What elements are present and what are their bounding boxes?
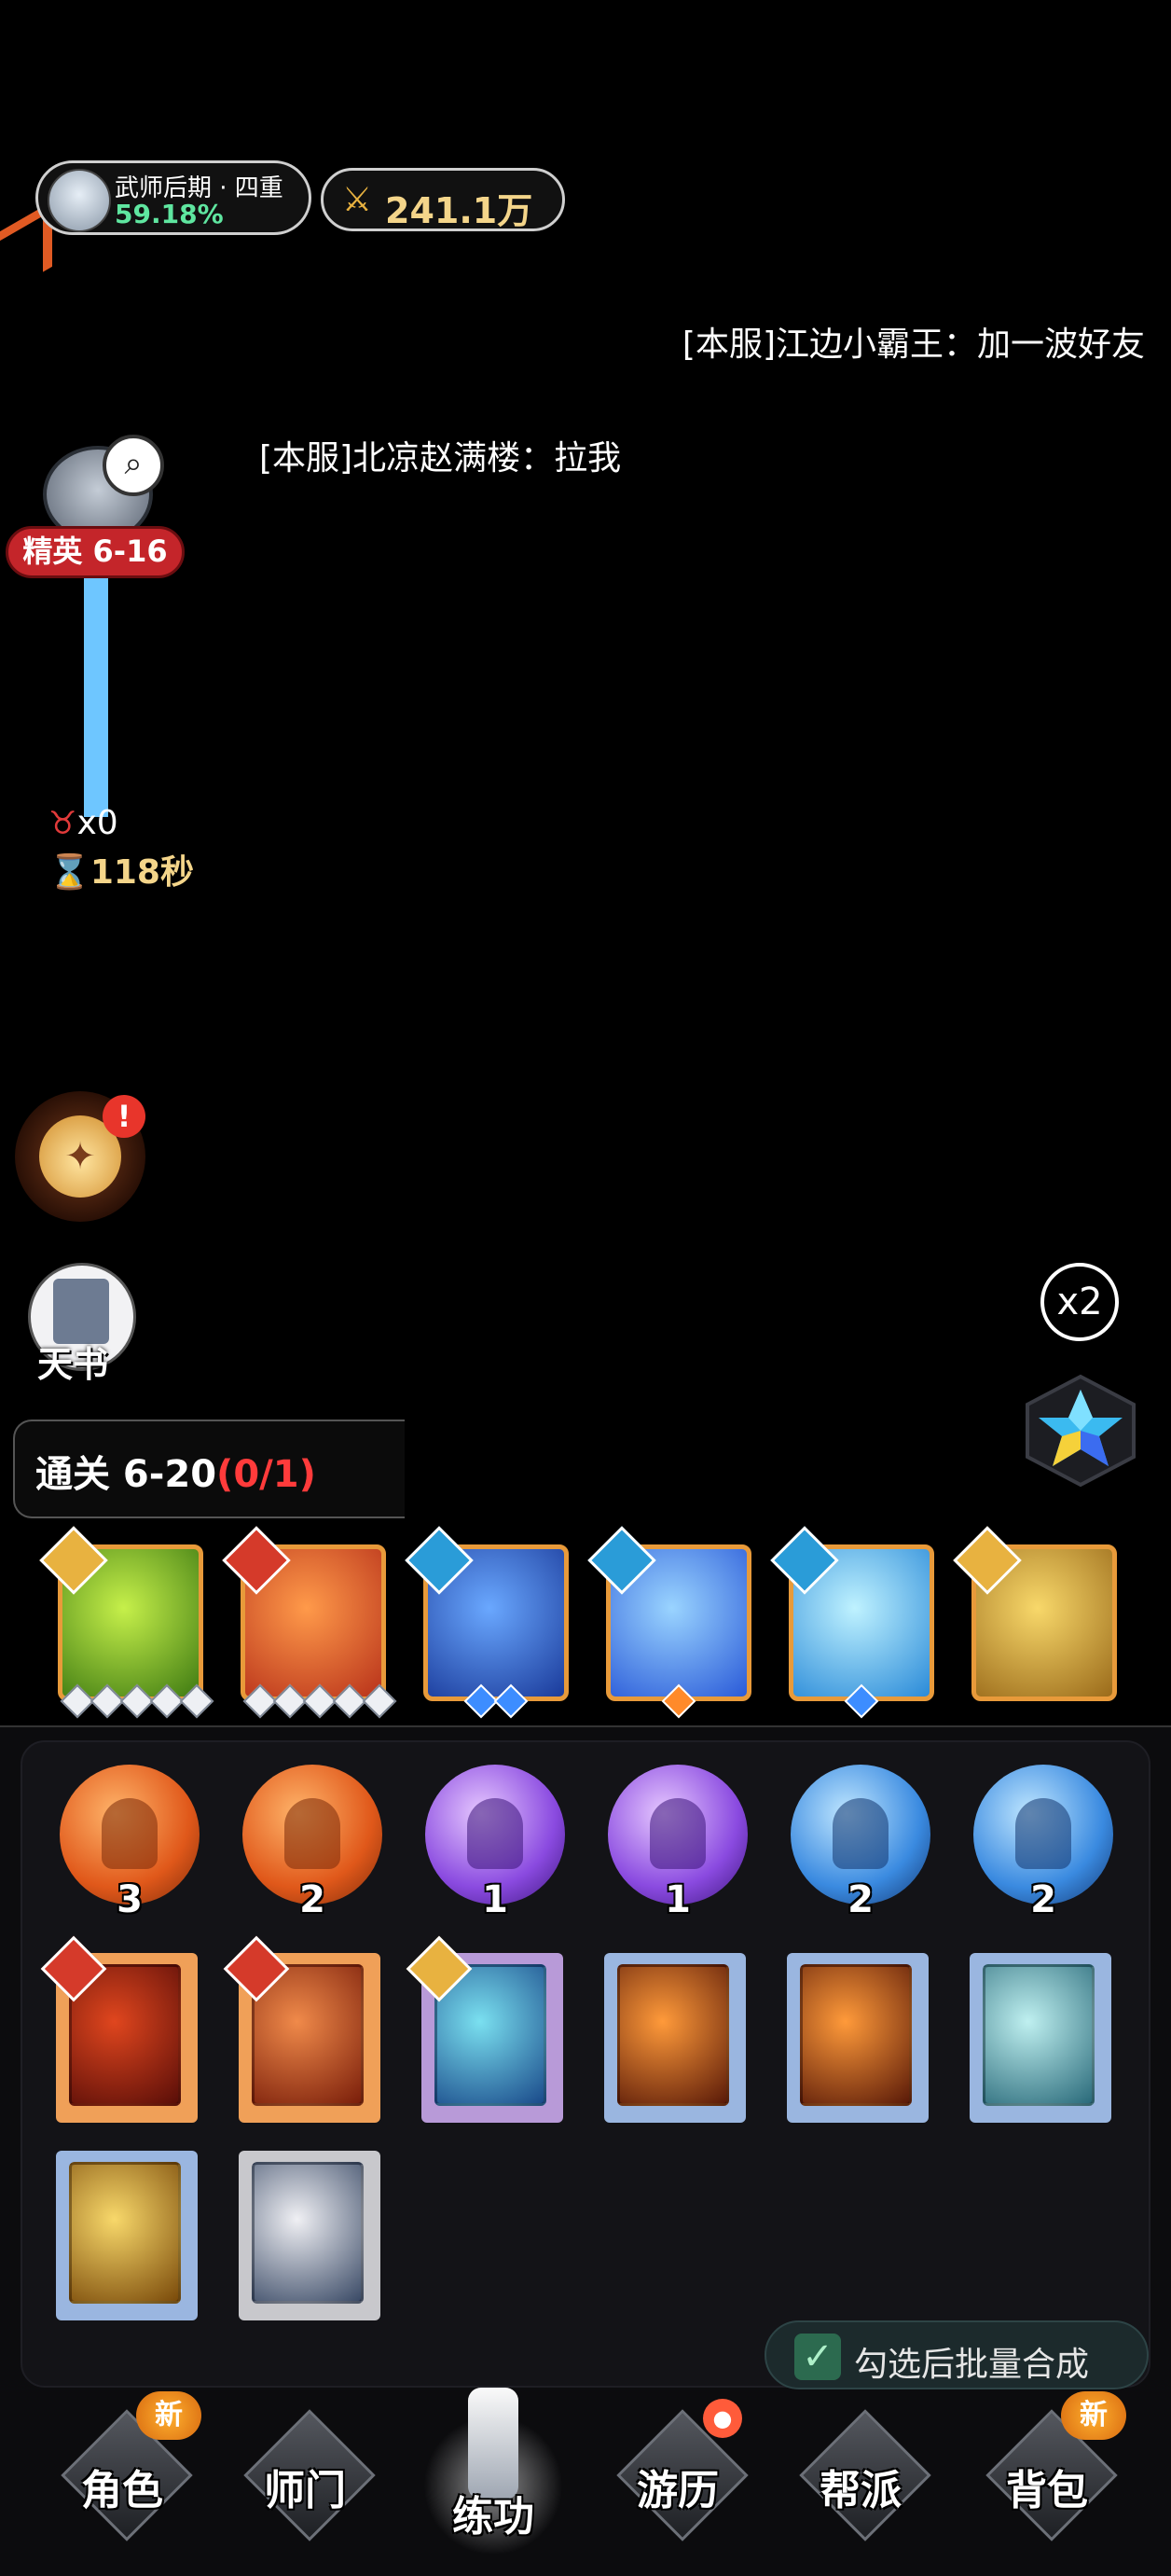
search-icon[interactable]: ⌕ — [103, 435, 164, 496]
skill-type-badge — [770, 1526, 839, 1595]
skill-essence-orb[interactable]: 1 — [425, 1765, 565, 1921]
skill-book[interactable] — [223, 1935, 380, 2123]
nav-item-0[interactable]: 角色 新 — [43, 2388, 201, 2565]
speed-toggle-button[interactable]: x2 — [1040, 1263, 1119, 1341]
star-pip — [179, 1683, 214, 1719]
batch-merge-toggle[interactable]: ✓ 勾选后批量合成 — [765, 2320, 1149, 2389]
skill-book[interactable] — [56, 2151, 198, 2320]
kill-counter: ♉x0 — [48, 804, 118, 842]
rank-avatar — [48, 169, 111, 232]
nav-label: 帮派 — [820, 2467, 902, 2514]
skill-type-badge — [39, 1526, 108, 1595]
quest-text[interactable]: 通关 6-20(0/1) — [35, 1444, 316, 1498]
boss-progress-fill — [84, 578, 108, 817]
skill-essence-orb[interactable]: 2 — [973, 1765, 1113, 1921]
skill-book-art — [800, 1964, 912, 2106]
orb-count: 2 — [299, 1878, 325, 1921]
rank-progress: 59.18% — [115, 199, 224, 229]
star-pip — [493, 1683, 529, 1719]
orb-count: 1 — [482, 1878, 508, 1921]
equipped-skill-card[interactable] — [405, 1526, 569, 1719]
nav-label: 角色 — [81, 2467, 163, 2514]
skill-star-pips — [60, 1683, 214, 1719]
equipped-skill-card[interactable] — [953, 1526, 1117, 1701]
equipped-skill-card[interactable] — [587, 1526, 751, 1719]
skill-book[interactable] — [787, 1953, 929, 2123]
nav-label: 师门 — [264, 2467, 346, 2514]
kill-count: x0 — [76, 804, 118, 842]
notification-bubble-icon: ● — [703, 2399, 742, 2438]
skill-essence-orb[interactable]: 2 — [242, 1765, 382, 1921]
power-value: 241.1万 — [385, 190, 533, 231]
hourglass-icon: ⌛ — [48, 853, 90, 892]
quest-count: (0/1) — [216, 1453, 316, 1496]
nav-item-4[interactable]: 帮派 — [781, 2388, 940, 2565]
skill-book[interactable] — [604, 1953, 746, 2123]
batch-merge-label: 勾选后批量合成 — [854, 2346, 1090, 2384]
figure-silhouette-icon — [1015, 1798, 1071, 1869]
nav-item-5[interactable]: 背包 新 — [968, 2388, 1126, 2565]
nav-label: 背包 — [1006, 2467, 1088, 2514]
star-hexagon-button[interactable] — [1020, 1373, 1141, 1489]
nav-label: 练功 — [452, 2493, 534, 2541]
skill-essence-orb[interactable]: 2 — [791, 1765, 930, 1921]
equipped-skill-card[interactable] — [39, 1526, 214, 1719]
star-pip — [362, 1683, 397, 1719]
orb-count: 3 — [117, 1878, 143, 1921]
skill-type-badge — [222, 1526, 291, 1595]
orb-count: 2 — [1030, 1878, 1056, 1921]
skill-book-art — [617, 1964, 729, 2106]
checkbox-icon[interactable]: ✓ — [794, 2334, 841, 2380]
chat-message: [本服]江边小霸王：加一波好友 — [682, 325, 1145, 364]
skill-star-pips — [611, 1683, 747, 1719]
figure-silhouette-icon — [467, 1798, 523, 1869]
quest-goal: 通关 6-20 — [35, 1453, 217, 1496]
figure-silhouette-icon — [833, 1798, 889, 1869]
skill-essence-orb[interactable]: 1 — [608, 1765, 748, 1921]
chat-message: [本服]北凉赵满楼：拉我 — [259, 439, 622, 478]
figure-silhouette-icon — [650, 1798, 706, 1869]
skill-book[interactable] — [406, 1935, 563, 2123]
skill-type-badge — [587, 1526, 656, 1595]
skill-book[interactable] — [970, 1953, 1111, 2123]
time-left: 118秒 — [90, 853, 194, 892]
stage-label: 精英 6-16 — [6, 526, 185, 578]
alert-badge: ! — [103, 1095, 145, 1138]
crossed-swords-icon: ⚔ — [341, 181, 373, 219]
heaven-book-label: 天书 — [37, 1344, 109, 1385]
power-pill[interactable]: ⚔ 241.1万 — [321, 168, 565, 231]
skill-book-art — [69, 2162, 181, 2304]
nav-label: 游历 — [637, 2467, 719, 2514]
nav-item-2[interactable]: 练功 — [414, 2388, 572, 2565]
rank-pill[interactable]: 武师后期 · 四重 59.18% — [35, 160, 311, 235]
skill-star-pips — [793, 1683, 930, 1719]
equipped-skill-card[interactable] — [770, 1526, 934, 1719]
demon-icon: ♉ — [48, 805, 77, 842]
nav-item-3[interactable]: 游历 ● — [599, 2388, 757, 2565]
skill-book-art — [252, 2162, 364, 2304]
skill-essence-orb[interactable]: 3 — [60, 1765, 200, 1921]
book-icon — [53, 1279, 109, 1344]
star-pip — [661, 1683, 696, 1719]
orb-count: 2 — [847, 1878, 874, 1921]
skill-book[interactable] — [40, 1935, 198, 2123]
skill-star-pips — [428, 1683, 564, 1719]
nav-item-1[interactable]: 师门 — [226, 2388, 384, 2565]
figure-silhouette-icon — [284, 1798, 340, 1869]
orb-count: 1 — [665, 1878, 691, 1921]
boss-progress-bar — [84, 578, 108, 817]
equipped-skill-card[interactable] — [222, 1526, 397, 1719]
star-pip — [844, 1683, 879, 1719]
new-badge: 新 — [1061, 2391, 1126, 2440]
skill-type-badge — [405, 1526, 474, 1595]
figure-silhouette-icon — [102, 1798, 158, 1869]
new-badge: 新 — [136, 2391, 201, 2440]
skill-book[interactable] — [239, 2151, 380, 2320]
skill-type-badge — [953, 1526, 1022, 1595]
skill-book-art — [983, 1964, 1095, 2106]
time-counter: ⌛118秒 — [48, 845, 194, 893]
skill-star-pips — [242, 1683, 397, 1719]
